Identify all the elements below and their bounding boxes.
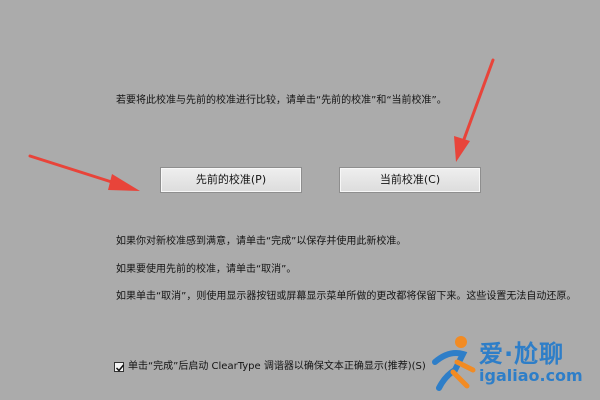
watermark-url: igaliao.com (479, 366, 583, 385)
left-arrow-icon (28, 154, 140, 191)
compare-instruction-text: 若要将此校准与先前的校准进行比较，请单击“先前的校准”和“当前校准”。 (116, 95, 447, 106)
watermark-logo: 爱·尬聊 igaliao.com (427, 332, 592, 392)
calibration-dialog: 若要将此校准与先前的校准进行比较，请单击“先前的校准”和“当前校准”。 先前的校… (0, 0, 600, 400)
watermark-title: 爱·尬聊 (479, 340, 565, 368)
previous-calibration-button[interactable]: 先前的校准(P) (160, 167, 302, 193)
cleartype-checkbox-label[interactable]: 单击“完成”后启动 ClearType 调谐器以确保文本正确显示(推荐)(S) (128, 360, 426, 374)
runner-logo-icon (432, 336, 476, 391)
cleartype-checkbox[interactable] (114, 362, 125, 372)
current-calibration-button[interactable]: 当前校准(C) (339, 167, 481, 193)
checkmark-icon (115, 364, 125, 372)
cancel-warning-text: 如果单击“取消”，则使用显示器按钮或屏幕显示菜单所做的更改都将保留下来。这些设置… (116, 291, 577, 302)
right-arrow-icon (454, 58, 495, 162)
cancel-info-text: 如果要使用先前的校准，请单击“取消”。 (116, 264, 297, 275)
satisfied-info-text: 如果你对新校准感到满意，请单击“完成”以保存并使用此新校准。 (116, 236, 407, 247)
